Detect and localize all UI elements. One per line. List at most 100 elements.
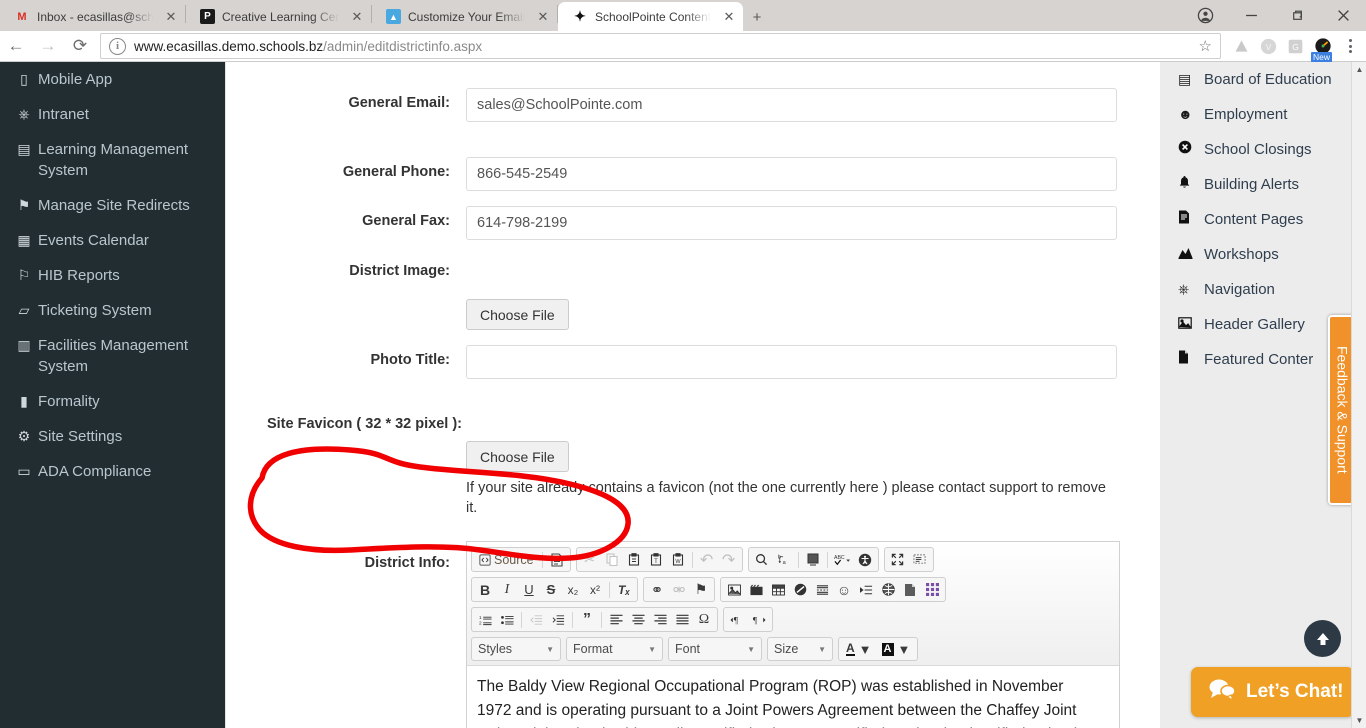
format-combo[interactable]: Format ▼	[566, 637, 663, 661]
sidebar-item-building-alerts[interactable]: Building Alerts	[1160, 167, 1366, 202]
accessibility-button[interactable]	[854, 549, 876, 570]
unlink-button[interactable]: ⚮	[668, 579, 690, 600]
underline-button[interactable]: U	[518, 579, 540, 600]
page-break-icon[interactable]	[811, 579, 833, 600]
sidebar-item-manage-site-redirects[interactable]: ⚑ Manage Site Redirects	[0, 188, 225, 223]
align-center-icon[interactable]	[627, 609, 649, 630]
tab-close-icon[interactable]: ✕	[347, 7, 367, 27]
bookmark-star-icon[interactable]: ☆	[1199, 37, 1212, 55]
scroll-to-top-button[interactable]	[1304, 620, 1341, 657]
sidebar-item-facilities-management-system[interactable]: ▥ Facilities Management System	[0, 328, 225, 384]
browser-tab-3[interactable]: ▲ Customize Your Email ✕	[372, 2, 557, 31]
general-email-input[interactable]: sales@SchoolPointe.com	[466, 88, 1117, 122]
table-icon[interactable]	[767, 579, 789, 600]
photo-title-input[interactable]	[466, 345, 1117, 379]
minimize-button[interactable]	[1228, 0, 1274, 31]
replace-button[interactable]: ba	[773, 549, 795, 570]
bulleted-list-icon[interactable]	[496, 609, 518, 630]
sidebar-item-navigation[interactable]: ⎈ Navigation	[1160, 272, 1366, 307]
styles-combo[interactable]: Styles ▼	[471, 637, 561, 661]
italic-button[interactable]: I	[496, 579, 518, 600]
general-phone-input[interactable]: 866-545-2549	[466, 157, 1117, 191]
outdent-icon[interactable]	[525, 609, 547, 630]
find-button[interactable]	[751, 549, 773, 570]
address-bar[interactable]: i www.ecasillas.demo.schools.bz /admin/e…	[100, 33, 1221, 59]
anchor-button[interactable]: ⚑	[690, 579, 712, 600]
redo-button[interactable]: ↷	[718, 549, 740, 570]
strikethrough-button[interactable]: S	[540, 579, 562, 600]
profile-avatar-icon[interactable]	[1182, 0, 1228, 31]
show-blocks-button[interactable]	[909, 549, 931, 570]
scroll-up-arrow-icon[interactable]: ▲	[1352, 62, 1366, 77]
font-combo[interactable]: Font ▼	[668, 637, 762, 661]
sidebar-item-ada-compliance[interactable]: ▭ ADA Compliance	[0, 454, 225, 489]
sidebar-item-employment[interactable]: ☻ Employment	[1160, 97, 1366, 132]
subscript-button[interactable]: x₂	[562, 579, 584, 600]
sidebar-item-ticketing-system[interactable]: ▱ Ticketing System	[0, 293, 225, 328]
blockquote-icon[interactable]: ”	[576, 609, 598, 630]
scroll-down-arrow-icon[interactable]: ▼	[1352, 713, 1366, 728]
indent-icon[interactable]	[547, 609, 569, 630]
ltr-icon[interactable]: ¶	[726, 609, 748, 630]
sidebar-item-learning-management-system[interactable]: ▤ Learning Management System	[0, 132, 225, 188]
tab-close-icon[interactable]: ✕	[161, 7, 181, 27]
document-icon[interactable]	[899, 579, 921, 600]
maximize-button[interactable]	[887, 549, 909, 570]
horizontal-rule-icon[interactable]	[789, 579, 811, 600]
paste-text-button[interactable]: T	[645, 549, 667, 570]
sidebar-item-formality[interactable]: ▮ Formality	[0, 384, 225, 419]
site-info-icon[interactable]: i	[109, 37, 126, 55]
special-char-icon[interactable]: Ω	[693, 609, 715, 630]
link-button[interactable]: ⚭	[646, 579, 668, 600]
browser-tab-4[interactable]: ✦ SchoolPointe Content Ma ✕	[558, 2, 743, 31]
general-fax-input[interactable]: 614-798-2199	[466, 206, 1117, 240]
sidebar-item-mobile-app[interactable]: ▯ Mobile App	[0, 62, 225, 97]
iframe-icon[interactable]	[877, 579, 899, 600]
source-button[interactable]: Source	[474, 549, 539, 570]
sidebar-item-intranet[interactable]: ⎈ Intranet	[0, 97, 225, 132]
back-button[interactable]: ←	[0, 31, 32, 62]
speedtest-extension-icon[interactable]: New	[1310, 34, 1335, 63]
align-left-icon[interactable]	[605, 609, 627, 630]
site-favicon-choose-file-button[interactable]: Choose File	[466, 441, 569, 472]
browser-tab-1[interactable]: M Inbox - ecasillas@school ✕	[0, 2, 185, 31]
size-combo[interactable]: Size ▼	[767, 637, 833, 661]
rtl-icon[interactable]: ¶	[748, 609, 770, 630]
remove-format-button[interactable]: Tₓ	[613, 579, 635, 600]
sidebar-item-events-calendar[interactable]: ▦ Events Calendar	[0, 223, 225, 258]
google-extension-icon[interactable]: G	[1283, 34, 1308, 59]
window-close-button[interactable]	[1320, 0, 1366, 31]
paste-word-button[interactable]: W	[667, 549, 689, 570]
select-all-button[interactable]	[802, 549, 824, 570]
align-justify-icon[interactable]	[671, 609, 693, 630]
image-icon[interactable]	[723, 579, 745, 600]
maximize-button[interactable]	[1274, 0, 1320, 31]
new-page-button[interactable]	[546, 549, 568, 570]
ckeditor-content-area[interactable]: The Baldy View Regional Occupational Pro…	[467, 665, 1119, 728]
district-image-choose-file-button[interactable]: Choose File	[466, 299, 569, 330]
smiley-icon[interactable]: ☺	[833, 579, 855, 600]
bg-color-button[interactable]: A ▼	[877, 639, 916, 660]
chrome-menu-icon[interactable]	[1337, 33, 1363, 59]
sidebar-item-site-settings[interactable]: ⚙ Site Settings	[0, 419, 225, 454]
sidebar-item-board-of-education[interactable]: ▤ Board of Education	[1160, 62, 1366, 97]
flash-icon[interactable]	[745, 579, 767, 600]
bold-button[interactable]: B	[474, 579, 496, 600]
v-extension-icon[interactable]: V	[1256, 34, 1281, 59]
cut-button[interactable]: ✂	[579, 549, 601, 570]
new-tab-button[interactable]: +	[743, 3, 771, 31]
special-list-icon[interactable]	[855, 579, 877, 600]
templates-icon[interactable]	[921, 579, 943, 600]
spellcheck-button[interactable]: ABC	[831, 549, 854, 570]
drive-icon[interactable]	[1229, 34, 1254, 59]
superscript-button[interactable]: x²	[584, 579, 606, 600]
tab-close-icon[interactable]: ✕	[719, 7, 739, 27]
copy-button[interactable]	[601, 549, 623, 570]
lets-chat-button[interactable]: Let’s Chat!	[1191, 667, 1354, 717]
numbered-list-icon[interactable]: 12	[474, 609, 496, 630]
tab-close-icon[interactable]: ✕	[533, 7, 553, 27]
paste-button[interactable]	[623, 549, 645, 570]
sidebar-item-school-closings[interactable]: School Closings	[1160, 132, 1366, 167]
forward-button[interactable]: →	[32, 31, 64, 62]
sidebar-item-hib-reports[interactable]: ⚐ HIB Reports	[0, 258, 225, 293]
